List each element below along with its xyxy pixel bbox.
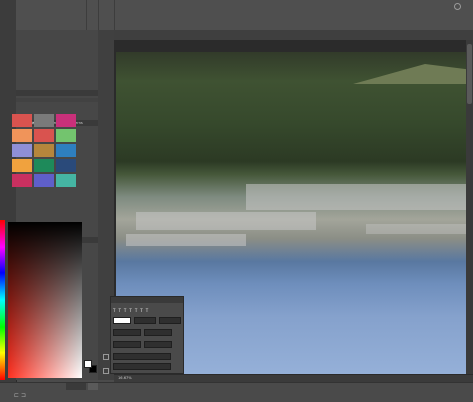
hue-slider[interactable] xyxy=(0,220,5,380)
color-swatch[interactable] xyxy=(12,144,32,157)
text-style-icon[interactable]: T xyxy=(129,308,131,313)
options-bar xyxy=(16,0,473,31)
panel-toolbar[interactable] xyxy=(16,98,98,102)
char-style-row: T T T T T T T xyxy=(113,307,148,313)
text-style-icon[interactable]: T xyxy=(118,308,120,313)
color-swatch[interactable] xyxy=(56,174,76,187)
char-options-row xyxy=(113,362,171,370)
circle-icon[interactable] xyxy=(454,3,461,10)
color-swatch[interactable] xyxy=(56,114,76,127)
bottom-tab[interactable] xyxy=(66,383,86,390)
color-swatch[interactable] xyxy=(34,144,54,157)
character-panel-header[interactable] xyxy=(111,297,183,303)
char-options-row xyxy=(113,340,172,348)
scrollbar-thumb[interactable] xyxy=(467,44,472,104)
color-swatch[interactable] xyxy=(34,114,54,127)
color-swatch[interactable] xyxy=(12,159,32,172)
text-style-icon[interactable]: T xyxy=(113,308,115,313)
town-area xyxy=(246,184,466,210)
options-divider xyxy=(114,0,115,30)
bottom-tab[interactable] xyxy=(88,383,98,390)
options-divider xyxy=(98,0,99,30)
vertical-scale-field[interactable] xyxy=(113,340,141,348)
text-style-icon[interactable]: T xyxy=(146,308,148,313)
color-swatch[interactable] xyxy=(12,129,32,142)
town-area xyxy=(126,234,246,246)
foreground-color-swatch[interactable] xyxy=(84,360,92,368)
character-panel: T T T T T T T xyxy=(110,296,184,374)
kerning-field[interactable] xyxy=(144,328,172,336)
bottom-panel-bar: ⊏ ⊐ xyxy=(0,382,473,402)
color-swatch[interactable] xyxy=(12,174,32,187)
town-area xyxy=(366,224,466,234)
hill-ridge xyxy=(353,64,473,84)
text-color-swatch[interactable] xyxy=(113,316,131,324)
dock-icon[interactable] xyxy=(103,354,109,360)
color-swatch[interactable] xyxy=(34,159,54,172)
font-family-field[interactable] xyxy=(113,352,171,360)
dock-icon[interactable] xyxy=(103,368,109,374)
zoom-level[interactable]: 16.67% xyxy=(118,376,132,380)
text-style-icon[interactable]: T xyxy=(140,308,142,313)
color-swatch[interactable] xyxy=(34,174,54,187)
town-area xyxy=(136,212,316,230)
tracking-field[interactable] xyxy=(113,328,141,336)
color-swatch[interactable] xyxy=(56,144,76,157)
font-style-field[interactable] xyxy=(113,362,171,370)
window-controls[interactable] xyxy=(454,3,461,10)
options-divider xyxy=(86,0,87,30)
swatch-grid xyxy=(12,114,76,187)
horizontal-scale-field[interactable] xyxy=(144,340,172,348)
color-swatch[interactable] xyxy=(56,129,76,142)
color-picker-field[interactable] xyxy=(8,222,82,378)
text-style-icon[interactable]: T xyxy=(124,308,126,313)
color-swatch[interactable] xyxy=(12,114,32,127)
color-swatch[interactable] xyxy=(34,129,54,142)
char-options-row xyxy=(113,316,181,324)
color-swatch[interactable] xyxy=(56,159,76,172)
text-style-icon[interactable]: T xyxy=(135,308,137,313)
foreground-background-colors[interactable] xyxy=(84,358,97,373)
font-size-field[interactable] xyxy=(134,316,156,324)
char-options-row xyxy=(113,352,171,360)
char-options-row xyxy=(113,328,172,336)
vertical-scrollbar[interactable] xyxy=(466,40,473,374)
bottom-icons[interactable]: ⊏ ⊐ xyxy=(14,392,26,399)
panel-header-layers[interactable] xyxy=(16,90,98,96)
leading-field[interactable] xyxy=(159,316,181,324)
